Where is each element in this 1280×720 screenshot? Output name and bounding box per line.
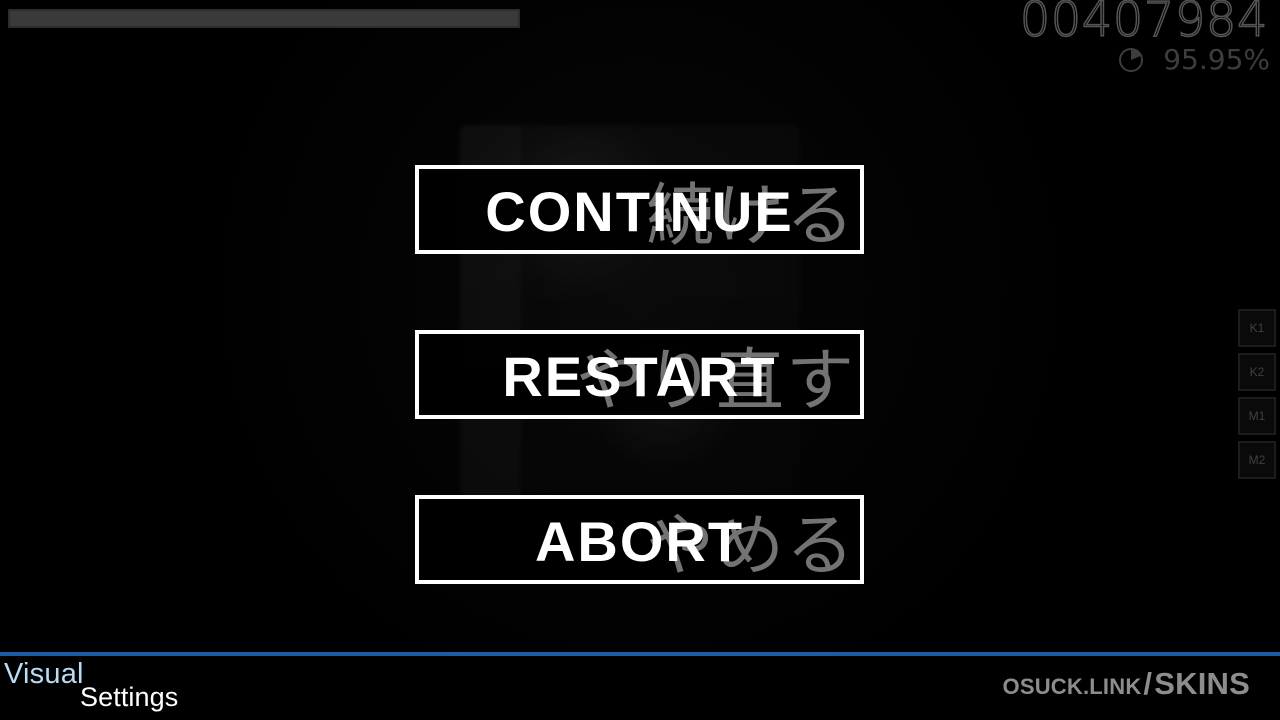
key-overlay: K1 K2 M1 M2 bbox=[1238, 309, 1278, 479]
restart-ghost-text: やり直す bbox=[575, 342, 856, 419]
abort-button[interactable]: やめる ABORT bbox=[415, 495, 864, 584]
abort-ghost-text: やめる bbox=[645, 507, 856, 584]
skin-link-tail: SKINS bbox=[1154, 666, 1250, 701]
skin-link: OSUCK.LINK / SKINS bbox=[1003, 668, 1250, 699]
accuracy-value: 95.95% bbox=[1163, 43, 1270, 76]
continue-ghost-text: 続ける bbox=[645, 177, 856, 254]
song-progress-fill bbox=[10, 11, 518, 26]
continue-label: CONTINUE bbox=[485, 180, 794, 243]
key-m2: M2 bbox=[1238, 441, 1276, 479]
visual-settings-settings-label[interactable]: Settings bbox=[80, 684, 178, 711]
pause-screen: 00407984 95.95% 続ける CONTINUE やり直す RESTAR… bbox=[0, 0, 1280, 720]
bottom-bar: Visual Settings OSUCK.LINK / SKINS bbox=[0, 652, 1280, 720]
key-k1: K1 bbox=[1238, 309, 1276, 347]
visual-settings-visual-label[interactable]: Visual bbox=[4, 660, 84, 689]
abort-label: ABORT bbox=[534, 510, 745, 573]
score-display: 00407984 bbox=[1019, 0, 1268, 48]
key-m1: M1 bbox=[1238, 397, 1276, 435]
restart-button[interactable]: やり直す RESTART bbox=[415, 330, 864, 419]
restart-label: RESTART bbox=[502, 345, 777, 408]
key-k2: K2 bbox=[1238, 353, 1276, 391]
skin-link-slash: / bbox=[1143, 666, 1153, 701]
pie-clock-icon bbox=[1117, 46, 1145, 74]
continue-button[interactable]: 続ける CONTINUE bbox=[415, 165, 864, 254]
song-progress-bar bbox=[8, 9, 520, 28]
skin-link-main: OSUCK.LINK bbox=[1002, 674, 1142, 699]
accuracy-display: 95.95% bbox=[1117, 46, 1270, 74]
bottom-accent-line bbox=[0, 652, 1280, 656]
